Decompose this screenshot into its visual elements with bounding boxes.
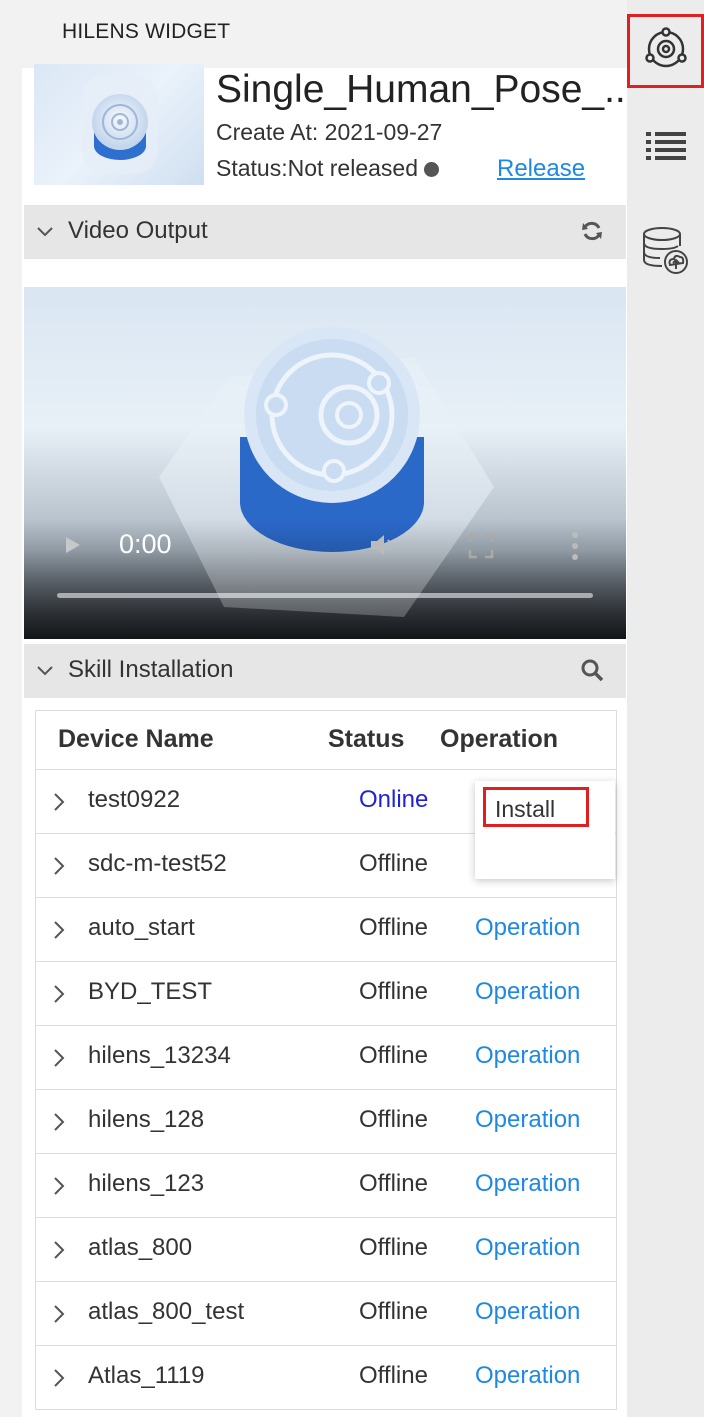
sidebar-item-cloud-database[interactable] [627, 222, 704, 282]
chevron-right-icon[interactable] [52, 1047, 66, 1074]
app-thumbnail [34, 64, 204, 185]
device-name: atlas_800_test [88, 1298, 245, 1325]
table-row[interactable]: atlas_800 Offline Operation [36, 1217, 616, 1282]
play-icon[interactable] [64, 535, 82, 560]
device-name: hilens_128 [88, 1106, 205, 1133]
device-name: hilens_123 [88, 1170, 205, 1197]
list-icon [645, 130, 686, 165]
chevron-right-icon[interactable] [52, 791, 66, 818]
search-icon[interactable] [580, 658, 604, 687]
device-name: Atlas_1119 [88, 1362, 205, 1389]
operation-link[interactable]: Operation [475, 978, 580, 1006]
operation-link[interactable]: Operation [475, 1362, 580, 1390]
left-margin [0, 68, 22, 1417]
skill-installation-label: Skill Installation [68, 656, 234, 683]
app-status-line: Status:Not released [216, 155, 440, 182]
video-output-header[interactable]: Video Output [24, 205, 626, 259]
fullscreen-icon[interactable] [468, 533, 494, 564]
device-name: auto_start [88, 914, 195, 941]
device-status: Offline [359, 1170, 428, 1197]
table-row[interactable]: atlas_800_test Offline Operation [36, 1281, 616, 1346]
install-button[interactable]: Install [483, 787, 589, 827]
chevron-right-icon[interactable] [52, 983, 66, 1010]
operation-link[interactable]: Operation [475, 1298, 580, 1326]
column-header-device: Device Name [58, 725, 214, 753]
video-progress-bar[interactable] [57, 593, 593, 598]
device-status: Offline [359, 1106, 428, 1133]
video-current-time: 0:00 [119, 529, 172, 559]
column-header-operation: Operation [440, 725, 559, 753]
operation-link[interactable]: Operation [475, 1042, 580, 1070]
device-status: Offline [359, 850, 428, 877]
device-status: Offline [359, 1298, 428, 1325]
chevron-right-icon[interactable] [52, 1367, 66, 1394]
sidebar-item-camera[interactable] [627, 14, 704, 88]
device-status: Offline [359, 1362, 428, 1389]
app-created-date: Create At: 2021-09-27 [216, 119, 443, 145]
status-dot-icon [424, 162, 440, 177]
device-status: Offline [359, 978, 428, 1005]
more-options-icon[interactable] [571, 531, 579, 566]
operation-link[interactable]: Operation [475, 1170, 580, 1198]
table-row[interactable]: hilens_128 Offline Operation [36, 1089, 616, 1154]
widget-header: HILENS WIDGET [0, 0, 627, 68]
skill-installation-header[interactable]: Skill Installation [24, 644, 626, 698]
device-name: atlas_800 [88, 1234, 193, 1261]
widget-panel: HILENS WIDGET Single_Human_Pose_... Crea… [0, 0, 637, 1417]
volume-icon[interactable] [369, 532, 399, 563]
refresh-icon[interactable] [580, 219, 604, 248]
sidebar-item-list[interactable] [627, 122, 704, 172]
table-row[interactable]: hilens_123 Offline Operation [36, 1153, 616, 1218]
chevron-down-icon [34, 660, 56, 687]
app-name: Single_Human_Pose_... [216, 68, 637, 111]
table-row[interactable]: Atlas_1119 Offline Operation [36, 1345, 616, 1410]
chevron-right-icon[interactable] [52, 1239, 66, 1266]
chevron-down-icon [34, 221, 56, 248]
right-sidebar [627, 0, 704, 1417]
operation-link[interactable]: Operation [475, 914, 580, 942]
table-row[interactable]: BYD_TEST Offline Operation [36, 961, 616, 1026]
table-row[interactable]: hilens_13234 Offline Operation [36, 1025, 616, 1090]
chevron-right-icon[interactable] [52, 1111, 66, 1138]
cloud-database-icon [640, 224, 692, 281]
device-name: BYD_TEST [88, 978, 213, 1005]
device-status: Offline [359, 1234, 428, 1261]
chevron-right-icon[interactable] [52, 919, 66, 946]
column-header-status: Status [328, 725, 405, 753]
device-status: Offline [359, 914, 428, 941]
device-name: hilens_13234 [88, 1042, 231, 1069]
operation-dropdown: Install [475, 781, 615, 879]
video-output-label: Video Output [68, 217, 208, 244]
camera-icon [642, 25, 690, 78]
table-row[interactable]: auto_start Offline Operation [36, 897, 616, 962]
video-controls [24, 519, 626, 639]
app-status-text: Status:Not released [216, 155, 419, 181]
device-status: Online [359, 786, 429, 813]
chevron-right-icon[interactable] [52, 1175, 66, 1202]
release-link[interactable]: Release [497, 155, 585, 183]
device-name: sdc-m-test52 [88, 850, 227, 877]
widget-title: HILENS WIDGET [62, 20, 231, 43]
operation-link[interactable]: Operation [475, 1106, 580, 1134]
device-status: Offline [359, 1042, 428, 1069]
chevron-right-icon[interactable] [52, 855, 66, 882]
video-player[interactable]: 0:00 [24, 287, 626, 639]
operation-link[interactable]: Operation [475, 1234, 580, 1262]
chevron-right-icon[interactable] [52, 1303, 66, 1330]
device-name: test0922 [88, 786, 181, 813]
